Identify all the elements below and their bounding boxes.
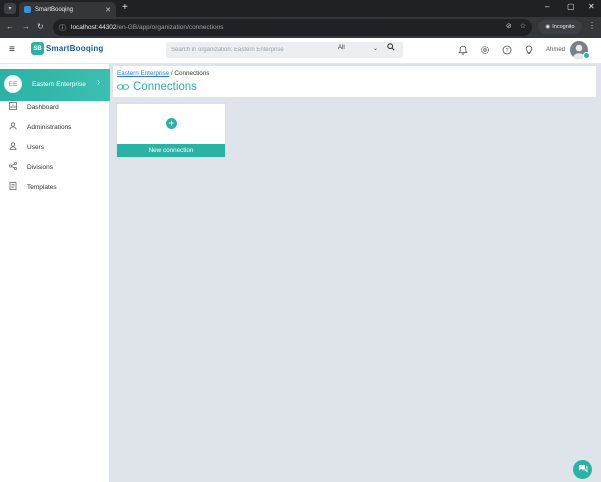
breadcrumb: Eastern Enterprise / Connections: [117, 70, 209, 77]
svg-text:?: ?: [505, 48, 508, 54]
bookmark-star-icon[interactable]: ☆: [520, 22, 526, 30]
favicon-icon: [24, 6, 31, 13]
page-title-text: Connections: [133, 81, 197, 93]
sidebar-item-dashboard[interactable]: Dashboard: [0, 100, 110, 114]
sidebar-item-label: Divisions: [27, 163, 54, 171]
site-info-icon[interactable]: ⓘ: [59, 23, 66, 33]
sidebar-item-templates[interactable]: Templates: [0, 180, 110, 194]
tab-search-button[interactable]: ▾: [4, 3, 16, 14]
administrations-icon: [9, 122, 18, 132]
lightbulb-icon[interactable]: [523, 44, 535, 56]
incognito-badge[interactable]: ◉ Incognito: [538, 20, 582, 34]
help-icon[interactable]: ?: [501, 44, 513, 56]
search-icon[interactable]: [387, 43, 395, 53]
status-dot-icon: [583, 52, 590, 59]
logo-text: SmartBooqing: [46, 44, 104, 53]
divisions-icon: [9, 162, 18, 172]
organization-name: Eastern Enterprise: [32, 81, 86, 88]
new-connection-card[interactable]: + New connection: [116, 103, 226, 158]
new-connection-button[interactable]: New connection: [117, 144, 225, 157]
back-icon[interactable]: ←: [6, 22, 14, 31]
search-input[interactable]: [171, 45, 331, 55]
page-title: Connections: [117, 81, 197, 93]
link-icon: [117, 83, 129, 92]
app-header: ≡ SB SmartBooqing All ⌄ ? Ahmed: [0, 38, 601, 64]
incognito-icon: ◉: [545, 24, 551, 30]
incognito-label: Incognito: [552, 24, 575, 30]
maximize-icon[interactable]: ▢: [567, 2, 575, 11]
app-logo[interactable]: SB SmartBooqing: [31, 42, 104, 55]
organization-avatar: EE: [4, 75, 22, 93]
url-host: localhost:44302: [71, 24, 117, 31]
logo-mark: SB: [31, 42, 44, 55]
chat-icon: [578, 464, 588, 475]
sidebar-item-users[interactable]: Users: [0, 140, 110, 154]
user-name[interactable]: Ahmed: [546, 47, 565, 53]
close-window-icon[interactable]: ✕: [588, 2, 595, 11]
sidebar-item-label: Templates: [27, 183, 57, 191]
dashboard-icon: [9, 102, 18, 112]
organization-banner[interactable]: EE Eastern Enterprise ›: [0, 69, 110, 101]
chat-button[interactable]: [573, 460, 592, 479]
add-icon[interactable]: +: [166, 118, 177, 129]
hamburger-menu-icon[interactable]: ≡: [9, 44, 15, 55]
browser-tab[interactable]: SmartBooqing ✕: [19, 2, 116, 17]
sidebar-item-label: Dashboard: [27, 103, 59, 111]
reload-icon[interactable]: ↻: [37, 22, 44, 31]
sidebar-item-label: Administrations: [27, 123, 72, 131]
sidebar-item-administrations[interactable]: Administrations: [0, 120, 110, 134]
search-scope-value: All: [338, 45, 345, 51]
breadcrumb-current: Connections: [174, 70, 210, 77]
browser-toolbar: ← → ↻ ⓘ localhost:44302/en-GB/app/organi…: [0, 17, 601, 38]
breadcrumb-separator: /: [170, 70, 173, 77]
search-box: All ⌄: [166, 42, 403, 58]
users-icon: [9, 142, 18, 152]
url-path: /en-GB/app/organization/connections: [116, 24, 224, 31]
tab-title: SmartBooqing: [35, 6, 74, 13]
eye-off-icon[interactable]: ⊘: [506, 22, 512, 30]
browser-tabstrip: ▾ SmartBooqing ✕ + – ▢ ✕: [0, 0, 601, 17]
sidebar-item-divisions[interactable]: Divisions: [0, 160, 110, 174]
browser-menu-icon[interactable]: ⋮: [588, 21, 596, 30]
forward-icon[interactable]: →: [22, 22, 30, 31]
search-scope-select[interactable]: All ⌄: [338, 45, 378, 55]
chevron-down-icon: ⌄: [372, 46, 378, 52]
gear-icon[interactable]: [479, 44, 491, 56]
bell-icon[interactable]: [457, 44, 469, 56]
chevron-right-icon[interactable]: ›: [97, 77, 100, 88]
address-bar[interactable]: ⓘ localhost:44302/en-GB/app/organization…: [53, 19, 532, 36]
sidebar: EE Eastern Enterprise › Dashboard Admini…: [0, 64, 110, 482]
close-tab-icon[interactable]: ✕: [105, 6, 111, 14]
templates-icon: [9, 182, 18, 192]
minimize-icon[interactable]: –: [545, 2, 549, 11]
content-header: Eastern Enterprise / Connections Connect…: [113, 66, 596, 97]
new-tab-button[interactable]: +: [122, 2, 128, 13]
breadcrumb-link-organization[interactable]: Eastern Enterprise: [117, 70, 169, 77]
sidebar-item-label: Users: [27, 143, 44, 151]
